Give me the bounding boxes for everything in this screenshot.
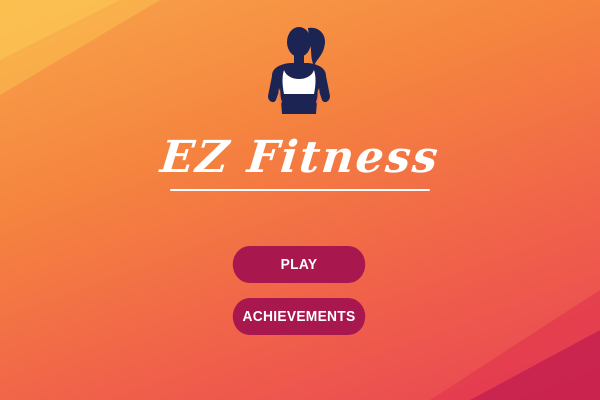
- bottom-right-mid-stripe: [430, 290, 600, 400]
- main-menu-screen: EZ Fitness PLAY ACHIEVEMENTS: [0, 0, 600, 400]
- bottom-right-dark-stripe: [470, 330, 600, 400]
- title-block: EZ Fitness: [150, 132, 450, 192]
- neck-shape: [294, 54, 304, 64]
- top-left-highlight: [0, 0, 120, 60]
- title-underline: [170, 189, 430, 191]
- head-shape: [287, 27, 311, 57]
- ponytail-shape: [308, 27, 326, 66]
- top-left-light-stripe: [0, 0, 160, 95]
- achievements-button[interactable]: ACHIEVEMENTS: [232, 298, 366, 335]
- woman-athlete-icon: [268, 27, 330, 114]
- play-button[interactable]: PLAY: [232, 246, 366, 283]
- game-title: EZ Fitness: [157, 132, 443, 183]
